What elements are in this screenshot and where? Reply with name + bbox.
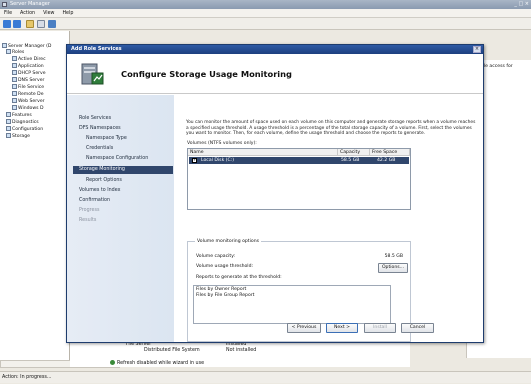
dialog-header: Configure Storage Usage Monitoring — [67, 54, 483, 94]
tree-item-storage[interactable]: Storage — [6, 133, 30, 140]
window-title: Server Manager — [10, 1, 50, 7]
help-icon[interactable] — [48, 20, 56, 28]
nav-progress: Progress — [79, 208, 100, 213]
nav-dfs-namespaces[interactable]: DFS Namespaces — [79, 126, 121, 132]
volumes-list[interactable]: Name Capacity Free Space Local Disk (C:)… — [187, 148, 411, 210]
window-title-bar[interactable]: Server Manager — [0, 0, 531, 9]
status-bar: Action: In progress... — [0, 371, 531, 383]
role-service-row: Distributed File System Not installed — [144, 348, 257, 353]
volume-checkbox[interactable] — [192, 157, 197, 164]
volume-name: Local Disk (C:) — [201, 158, 235, 163]
dialog-title: Add Role Services — [71, 46, 122, 52]
volume-capacity: 58.5 GB — [341, 158, 360, 163]
console-tree[interactable]: Server Manager (D Roles Active Direc App… — [0, 31, 70, 360]
window-controls[interactable]: _ □ × — [509, 1, 529, 8]
nav-role-services[interactable]: Role Services — [79, 116, 111, 122]
role-icon — [12, 56, 17, 61]
menu-file[interactable]: File — [0, 9, 16, 18]
back-icon[interactable] — [3, 20, 11, 28]
role-icon — [12, 91, 17, 96]
role-icon — [12, 105, 17, 110]
volumes-list-header: Name Capacity Free Space — [188, 149, 410, 156]
nav-report-options[interactable]: Report Options — [86, 178, 122, 184]
nav-namespace-type[interactable]: Namespace Type — [86, 136, 127, 142]
configuration-icon — [6, 126, 11, 131]
volume-free-space: 42.2 GB — [377, 158, 396, 163]
tree-item-role[interactable]: File Service — [12, 84, 44, 91]
folder-icon[interactable] — [26, 20, 34, 28]
volume-row[interactable]: Local Disk (C:) 58.5 GB 42.2 GB — [189, 157, 409, 164]
tree-item-role[interactable]: Application — [12, 63, 44, 70]
toolbar — [0, 18, 531, 30]
dialog-title-bar[interactable]: Add Role Services — [67, 45, 483, 54]
report-item: Files by File Group Report — [196, 292, 255, 298]
forward-icon[interactable] — [13, 20, 21, 28]
diagnostics-icon — [6, 119, 11, 124]
install-button: Install — [364, 323, 396, 333]
nav-confirmation[interactable]: Confirmation — [79, 198, 110, 204]
role-icon — [12, 63, 17, 68]
role-icon — [12, 77, 17, 82]
role-icon — [12, 70, 17, 75]
nav-volumes-to-index[interactable]: Volumes to Index — [79, 188, 120, 194]
server-manager-icon — [2, 2, 7, 7]
tree-item-role[interactable]: DNS Server — [12, 77, 44, 84]
role-icon — [12, 98, 17, 103]
properties-icon[interactable] — [37, 20, 45, 28]
tree-item-role[interactable]: Remote De — [12, 91, 44, 98]
menu-help[interactable]: Help — [58, 9, 77, 18]
cancel-button[interactable]: Cancel — [401, 323, 434, 333]
menu-action[interactable]: Action — [16, 9, 39, 18]
wizard-nav: Role Services DFS Namespaces Namespace T… — [67, 95, 174, 342]
page-title: Configure Storage Usage Monitoring — [121, 69, 292, 79]
tree-item-role[interactable]: DHCP Serve — [12, 70, 46, 77]
description-text: You can monitor the amount of space used… — [186, 120, 476, 137]
storage-monitoring-icon — [81, 63, 104, 85]
storage-icon — [6, 133, 11, 138]
tree-item-diagnostics[interactable]: Diagnostics — [6, 119, 39, 126]
nav-storage-monitoring[interactable]: Storage Monitoring — [73, 166, 173, 174]
refresh-status: Refresh disabled while wizard in use — [110, 360, 204, 366]
column-capacity[interactable]: Capacity — [338, 149, 370, 156]
role-icon — [12, 84, 17, 89]
tree-item-roles[interactable]: Roles — [6, 49, 24, 56]
nav-credentials[interactable]: Credentials — [86, 146, 113, 152]
tree-item-role[interactable]: Windows D — [12, 105, 44, 112]
nav-namespace-configuration[interactable]: Namespace Configuration — [86, 156, 148, 162]
features-icon — [6, 112, 11, 117]
roles-icon — [6, 49, 11, 54]
options-legend: Volume monitoring options — [195, 239, 262, 244]
volume-capacity-label: Volume capacity: — [196, 254, 236, 259]
reports-label: Reports to generate at the threshold: — [196, 275, 282, 280]
menu-view[interactable]: View — [39, 9, 58, 18]
wizard-content: You can monitor the amount of space used… — [174, 95, 483, 342]
column-free-space[interactable]: Free Space — [370, 149, 410, 156]
volume-capacity-value: 58.5 GB — [384, 254, 403, 259]
menu-bar: File Action View Help — [0, 9, 531, 18]
previous-button[interactable]: < Previous — [287, 323, 321, 333]
tree-item-role[interactable]: Web Server — [12, 98, 45, 105]
threshold-label: Volume usage threshold: — [196, 264, 254, 269]
tree-item-configuration[interactable]: Configuration — [6, 126, 43, 133]
next-button[interactable]: Next > — [326, 323, 358, 333]
refresh-icon — [110, 360, 115, 365]
column-name[interactable]: Name — [188, 149, 338, 156]
close-icon[interactable]: × — [473, 46, 481, 53]
volumes-label: Volumes (NTFS volumes only): — [187, 141, 257, 146]
add-role-services-dialog: Add Role Services × Configure Storage Us… — [66, 44, 484, 343]
tree-item-role[interactable]: Active Direc — [12, 56, 46, 63]
reports-list[interactable]: Files by Owner Report Files by File Grou… — [193, 285, 391, 324]
server-icon — [2, 43, 7, 48]
tree-item-features[interactable]: Features — [6, 112, 32, 119]
options-button[interactable]: Options... — [378, 263, 408, 273]
nav-results: Results — [79, 218, 97, 223]
